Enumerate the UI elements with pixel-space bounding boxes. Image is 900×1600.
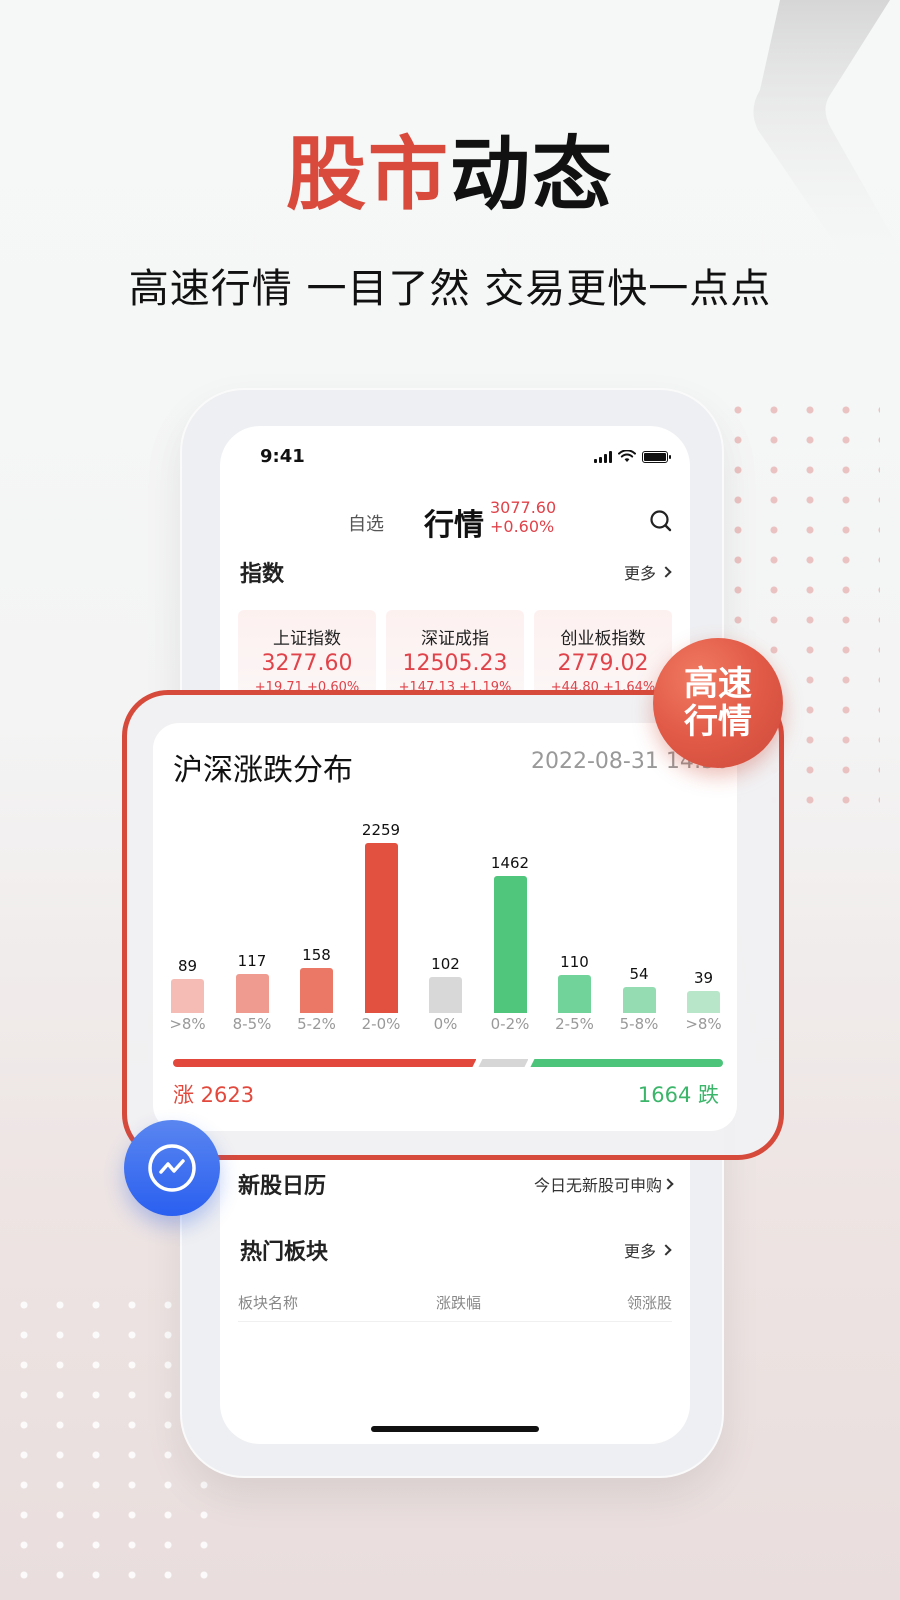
bar-value-label: 158 <box>302 946 331 965</box>
bar-category-label: 0% <box>433 1015 458 1033</box>
badge-line-1: 高速 <box>684 664 752 704</box>
indices-more-label: 更多 <box>623 564 656 583</box>
tab-watchlist[interactable]: 自选 <box>348 510 384 536</box>
bar-category-label: 2-0% <box>361 1015 401 1033</box>
badge-line-2: 行情 <box>684 702 752 742</box>
bar-value-label: 102 <box>431 954 460 973</box>
index-value: 3277.60 <box>261 651 353 676</box>
hero-title-black: 动态 <box>450 128 614 221</box>
column-header-sector-name[interactable]: 板块名称 <box>238 1292 298 1313</box>
chart-bar <box>171 979 204 1013</box>
chevron-right-icon <box>660 566 672 578</box>
index-value: 12505.23 <box>402 651 508 676</box>
ipo-calendar-note[interactable]: 今日无新股可申购 <box>533 1172 674 1196</box>
trend-line-icon <box>148 1144 196 1192</box>
bar-value-label: 39 <box>693 968 714 987</box>
hero-title-red: 股市 <box>286 128 450 221</box>
split-bar-up <box>173 1059 476 1067</box>
ipo-note-label: 今日无新股可申购 <box>533 1176 662 1195</box>
bar-category-label: >8% <box>169 1015 206 1033</box>
hot-sectors-table-header: 板块名称 涨跌幅 领涨股 <box>238 1292 672 1322</box>
distribution-bar-chart: 89 >8% 117 8-5% 158 5-2% 2259 2-0% 102 0% 1462 0-2%… <box>153 813 737 1043</box>
indices-header: 指数 更多 <box>240 556 672 590</box>
bar-value-label: 2259 <box>361 821 401 839</box>
bar-category-label: 0-2% <box>490 1015 530 1033</box>
hot-sectors-more-label: 更多 <box>623 1242 656 1261</box>
bar-value-label: 89 <box>177 957 198 976</box>
wifi-icon <box>618 450 636 462</box>
tab-market[interactable]: 行情 <box>424 500 484 544</box>
chart-bar <box>364 843 398 1013</box>
index-name: 创业板指数 <box>560 629 646 649</box>
nav-index-value: 3077.60 <box>490 498 557 517</box>
nav-index-quote: 3077.60 +0.60% <box>490 498 556 536</box>
distribution-title: 沪深涨跌分布 <box>173 753 353 788</box>
trend-chart-button[interactable] <box>124 1120 220 1216</box>
chart-bar <box>493 876 527 1013</box>
status-bar: 9:41 <box>220 446 690 474</box>
chart-bar <box>300 968 333 1013</box>
distribution-card[interactable]: 沪深涨跌分布 2022-08-31 14:30 89 >8% 117 8-5% 158 5… <box>153 723 737 1131</box>
cellular-signal-icon <box>594 450 612 463</box>
index-name: 上证指数 <box>273 629 341 649</box>
bar-value-label: 110 <box>560 953 589 972</box>
hot-sectors-more-link[interactable]: 更多 <box>623 1238 672 1262</box>
indices-title: 指数 <box>240 562 285 587</box>
bar-category-label: 2-5% <box>555 1015 594 1033</box>
column-header-change[interactable]: 涨跌幅 <box>436 1292 481 1313</box>
indices-more-link[interactable]: 更多 <box>623 560 672 584</box>
split-bar-down <box>530 1059 723 1067</box>
nav-index-change: +0.60% <box>490 517 555 536</box>
hero-title: 股市动态 <box>0 125 900 225</box>
bar-value-label: 54 <box>629 964 649 983</box>
index-value: 2779.02 <box>557 651 649 676</box>
ipo-calendar-title: 新股日历 <box>238 1174 327 1199</box>
bar-category-label: 8-5% <box>232 1015 272 1033</box>
chart-bar <box>429 976 462 1013</box>
battery-icon <box>642 450 671 463</box>
search-icon[interactable] <box>648 508 674 534</box>
index-name: 深证成指 <box>421 629 489 649</box>
hot-sectors-header: 热门板块 更多 <box>240 1234 672 1268</box>
bar-value-label: 117 <box>237 952 267 971</box>
status-time: 9:41 <box>260 446 305 467</box>
bar-category-label: 5-8% <box>619 1015 659 1033</box>
up-down-split-bar <box>173 1059 723 1067</box>
chart-bar <box>622 986 656 1013</box>
chart-bar <box>558 975 591 1013</box>
chevron-right-icon <box>660 1244 672 1256</box>
bar-category-label: >8% <box>685 1015 722 1033</box>
ipo-calendar-row[interactable]: 新股日历 今日无新股可申购 <box>238 1168 674 1202</box>
top-nav: 自选 行情 3077.60 +0.60% <box>220 496 690 546</box>
chart-bar <box>235 974 269 1013</box>
down-count: 1664 跌 <box>637 1083 719 1107</box>
chevron-right-icon <box>662 1178 674 1190</box>
home-indicator <box>371 1426 539 1432</box>
bar-category-label: 5-2% <box>297 1015 336 1033</box>
high-speed-quotes-badge: 高速 行情 <box>653 638 783 768</box>
status-icons <box>594 450 671 463</box>
highlight-frame: 沪深涨跌分布 2022-08-31 14:30 89 >8% 117 8-5% 158 5… <box>122 690 784 1160</box>
hero-subtitle: 高速行情 一目了然 交易更快一点点 <box>128 266 772 312</box>
up-count: 涨 2623 <box>173 1083 255 1107</box>
hot-sectors-title: 热门板块 <box>240 1240 329 1265</box>
bar-value-label: 1462 <box>490 854 530 873</box>
split-bar-flat <box>478 1059 528 1067</box>
column-header-leader[interactable]: 领涨股 <box>627 1292 672 1313</box>
chart-bar <box>687 990 720 1013</box>
